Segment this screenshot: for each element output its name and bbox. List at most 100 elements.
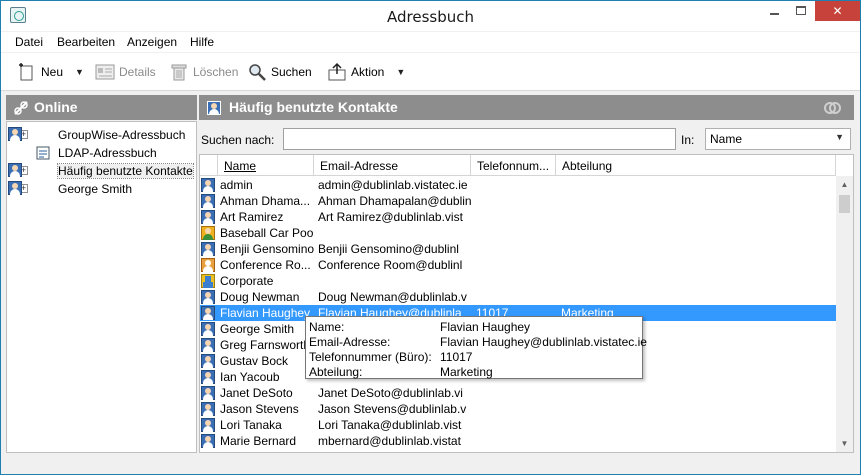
contact-name: Jason Stevens — [220, 402, 299, 416]
contact-name: Marie Bernard — [220, 434, 297, 448]
tree-item-frequent-contacts[interactable]: + Häufig benutzte Kontakte — [7, 162, 196, 180]
maximize-button[interactable] — [788, 1, 815, 21]
close-button[interactable]: ✕ — [815, 1, 860, 21]
tree-item-label: GroupWise-Adressbuch — [58, 128, 186, 142]
contact-name: Baseball Car Pool — [220, 226, 314, 240]
minimize-button[interactable] — [761, 1, 788, 21]
contact-row[interactable]: Jason Stevens Jason Stevens@dublinlab.v — [200, 401, 836, 417]
search-label: Suchen — [271, 65, 312, 79]
contact-row[interactable]: Benjii Gensomino Benjii Gensomino@dublinl — [200, 241, 836, 257]
column-header-email[interactable]: Email-Adresse — [314, 155, 471, 176]
contact-email: Ahman Dhamapalan@dublinl — [318, 194, 471, 208]
tree-item-label: LDAP-Adressbuch — [58, 146, 157, 160]
tree-item-george-smith[interactable]: + George Smith — [7, 180, 196, 198]
right-pane-title: Häufig benutzte Kontakte — [229, 99, 398, 115]
details-button[interactable]: Details — [95, 61, 156, 83]
contact-row[interactable]: Doug Newman Doug Newman@dublinlab.v — [200, 289, 836, 305]
contact-row[interactable]: Janet DeSoto Janet DeSoto@dublinlab.vi — [200, 385, 836, 401]
tooltip-value: Flavian Haughey@dublinlab.vistatec.ie — [440, 335, 647, 349]
contact-row[interactable]: Corporate — [200, 273, 836, 289]
vertical-scrollbar[interactable]: ▲ ▼ — [836, 176, 853, 452]
tooltip-row: Abteilung: Marketing — [309, 365, 639, 380]
person-contact-icon — [200, 385, 216, 401]
tooltip-row: Email-Adresse: Flavian Haughey@dublinlab… — [309, 335, 647, 350]
tree-item-label: Häufig benutzte Kontakte — [57, 163, 194, 179]
column-header-department[interactable]: Abteilung — [556, 155, 836, 176]
contact-name: Ahman Dhama... — [220, 194, 311, 208]
search-button[interactable]: Suchen — [247, 61, 312, 83]
search-input[interactable] — [283, 128, 676, 150]
contact-name: Ian Yacoub — [220, 370, 280, 384]
contact-name: admin — [220, 178, 253, 192]
details-icon — [95, 62, 115, 82]
chevron-down-icon: ▼ — [835, 132, 844, 142]
contacts-list[interactable]: Name Email-Adresse Telefonnum... Abteilu… — [199, 154, 854, 453]
person-contact-icon — [200, 401, 216, 417]
action-dropdown-arrow-icon[interactable]: ▼ — [396, 67, 405, 77]
toolbar: Neu ▼ Details Löschen Suchen Aktion ▼ — [1, 53, 860, 91]
tooltip-value: Flavian Haughey — [440, 320, 531, 334]
contact-name: Benjii Gensomino — [220, 242, 314, 256]
column-header-type[interactable] — [200, 155, 218, 176]
tooltip-key: Abteilung: — [309, 365, 363, 379]
new-button[interactable]: Neu ▼ — [17, 61, 84, 83]
search-row: Suchen nach: In: Name ▼ — [199, 125, 854, 151]
title-bar[interactable]: Adressbuch ✕ — [1, 1, 860, 31]
details-label: Details — [119, 65, 156, 79]
action-label: Aktion — [351, 65, 385, 79]
contact-name: Gustav Bock — [220, 354, 289, 368]
contact-name: Janet DeSoto — [220, 386, 293, 400]
addressbook-icon — [7, 162, 23, 178]
ldap-icon — [35, 145, 51, 161]
delete-button[interactable]: Löschen — [169, 61, 238, 83]
search-in-label: In: — [681, 133, 695, 147]
person-contact-icon — [200, 289, 216, 305]
tooltip-key: Name: — [309, 320, 345, 334]
column-header-name[interactable]: Name — [218, 155, 314, 176]
contact-tooltip: Name: Flavian Haughey Email-Adresse: Fla… — [305, 316, 647, 380]
left-pane-header: Online — [6, 95, 197, 120]
contact-name: George Smith — [220, 322, 295, 336]
tree-item-groupwise[interactable]: + GroupWise-Adressbuch — [7, 126, 196, 144]
person-contact-icon — [200, 433, 216, 449]
contact-email: Jason Stevens@dublinlab.v — [318, 402, 467, 416]
contact-name: Greg Farnsworth — [220, 338, 311, 352]
contact-row[interactable]: Art Ramirez Art Ramirez@dublinlab.vist — [200, 209, 836, 225]
tooltip-row: Telefonnummer (Büro): 11017 — [309, 350, 639, 365]
search-in-value: Name — [710, 132, 743, 146]
close-icon: ✕ — [832, 4, 843, 18]
addressbook-tree[interactable]: + GroupWise-Adressbuch LDAP-Adressbuch +… — [6, 121, 197, 453]
contact-email: Art Ramirez@dublinlab.vist — [318, 210, 463, 224]
contact-name: Corporate — [220, 274, 274, 288]
contact-row[interactable]: Ahman Dhama... Ahman Dhamapalan@dublinl — [200, 193, 836, 209]
menu-anzeigen[interactable]: Anzeigen — [127, 35, 177, 49]
menu-hilfe[interactable]: Hilfe — [190, 35, 214, 49]
contact-row[interactable]: Marie Bernard mbernard@dublinlab.vistat — [200, 433, 836, 449]
new-icon — [17, 62, 37, 82]
search-in-select[interactable]: Name ▼ — [705, 128, 851, 150]
tooltip-key: Email-Adresse: — [309, 335, 391, 349]
new-dropdown-arrow-icon[interactable]: ▼ — [75, 67, 84, 77]
contact-row[interactable]: admin admin@dublinlab.vistatec.ie — [200, 177, 836, 193]
scroll-up-icon[interactable]: ▲ — [836, 176, 853, 193]
person-contact-icon — [200, 369, 216, 385]
tooltip-row: Name: Flavian Haughey — [309, 320, 639, 335]
right-pane-header: Häufig benutzte Kontakte — [199, 95, 854, 120]
contact-row[interactable]: Baseball Car Pool — [200, 225, 836, 241]
tree-item-label: George Smith — [58, 182, 133, 196]
contact-row[interactable]: Lori Tanaka Lori Tanaka@dublinlab.vist — [200, 417, 836, 433]
delete-label: Löschen — [193, 65, 239, 79]
tree-item-ldap[interactable]: LDAP-Adressbuch — [7, 144, 196, 162]
menu-bearbeiten[interactable]: Bearbeiten — [57, 35, 115, 49]
contact-row[interactable]: Conference Ro... Conference Room@dublinl — [200, 257, 836, 273]
scrollbar-thumb[interactable] — [839, 195, 850, 213]
column-header-phone[interactable]: Telefonnum... — [471, 155, 556, 176]
menu-datei[interactable]: Datei — [15, 35, 43, 49]
contact-email: Lori Tanaka@dublinlab.vist — [318, 418, 462, 432]
person-contact-icon — [200, 417, 216, 433]
contact-name: Art Ramirez — [220, 210, 284, 224]
action-button[interactable]: Aktion ▼ — [327, 61, 405, 83]
scroll-down-icon[interactable]: ▼ — [836, 435, 853, 452]
maximize-icon — [796, 6, 806, 15]
window-title: Adressbuch — [387, 8, 474, 26]
